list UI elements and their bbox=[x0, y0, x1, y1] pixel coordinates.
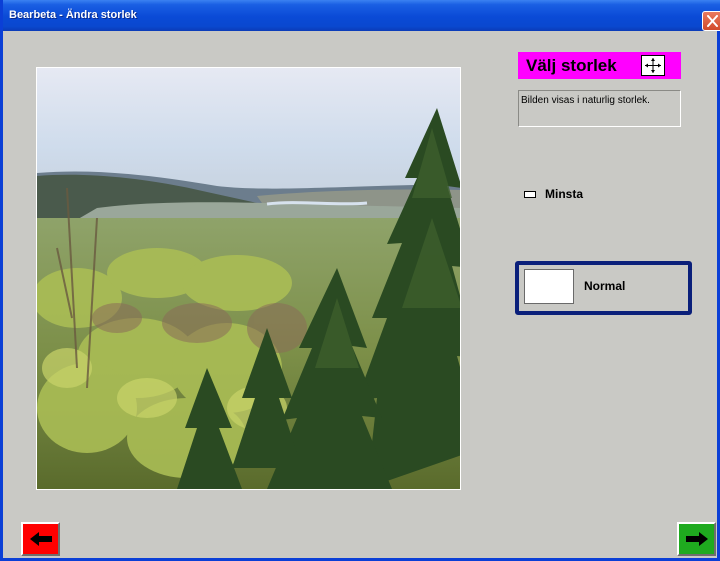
size-option-label: Minsta bbox=[545, 187, 584, 201]
normal-size-preview bbox=[524, 269, 574, 304]
landscape-photo bbox=[36, 67, 461, 490]
info-text: Bilden visas i naturlig storlek. bbox=[521, 95, 650, 106]
info-box: Bilden visas i naturlig storlek. bbox=[518, 90, 681, 127]
close-icon bbox=[707, 15, 718, 27]
title-bar: Bearbeta - Ändra storlek bbox=[3, 0, 720, 31]
size-heading-text: Välj storlek bbox=[526, 56, 617, 75]
arrow-left-icon bbox=[30, 532, 52, 546]
arrow-right-icon bbox=[686, 532, 708, 546]
window-title: Bearbeta - Ändra storlek bbox=[9, 9, 137, 21]
next-button[interactable] bbox=[677, 522, 716, 556]
minsta-size-preview bbox=[524, 191, 536, 198]
size-heading: Välj storlek bbox=[518, 52, 681, 79]
back-button[interactable] bbox=[21, 522, 60, 556]
dialog-window: Bearbeta - Ändra storlek Välj storlek Bi… bbox=[0, 0, 720, 561]
move-arrows-icon bbox=[641, 55, 665, 76]
size-option-label: Normal bbox=[584, 279, 626, 293]
size-option-normal[interactable]: Normal bbox=[515, 261, 692, 315]
close-button[interactable] bbox=[702, 11, 720, 31]
landscape-image bbox=[37, 68, 460, 489]
